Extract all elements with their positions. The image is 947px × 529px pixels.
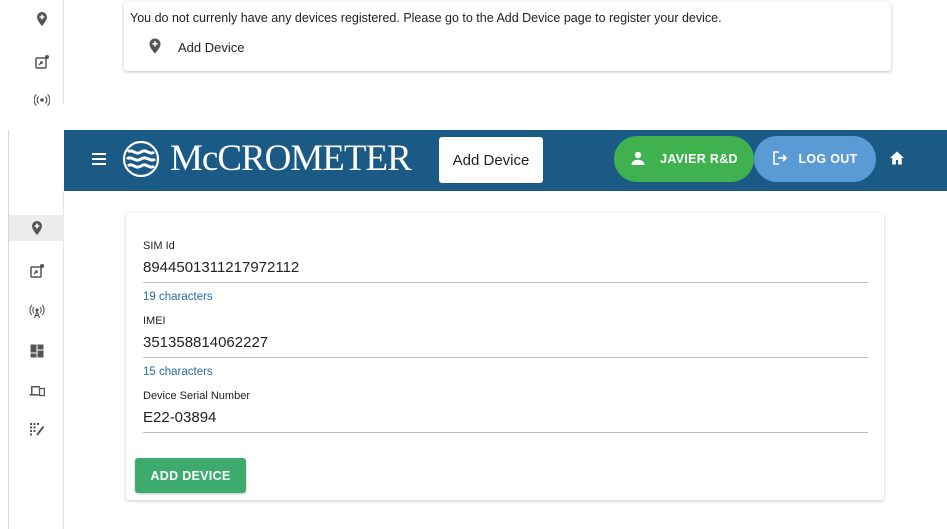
page-title: Add Device [439, 137, 543, 183]
add-location-icon[interactable] [29, 220, 45, 236]
sidebar [9, 191, 64, 529]
serial-number-field: Device Serial Number E22-03894 [143, 390, 868, 433]
page: You do not currenly have any devices reg… [0, 0, 947, 529]
sim-id-input[interactable]: 8944501311217972112 [143, 259, 868, 283]
wave-logo-icon [122, 141, 160, 177]
top-sidebar [8, 0, 64, 107]
logout-icon [772, 150, 788, 169]
home-icon[interactable] [889, 150, 907, 168]
menu-icon[interactable] [92, 153, 106, 165]
imei-field: IMEI 351358814062227 15 characters [143, 315, 868, 378]
imei-hint: 15 characters [143, 366, 213, 378]
logout-label: LOG OUT [798, 152, 858, 166]
serial-number-label: Device Serial Number [143, 390, 250, 402]
devices-icon[interactable] [29, 383, 45, 399]
person-icon [630, 150, 646, 169]
logout-button[interactable]: LOG OUT [754, 136, 876, 182]
imei-label: IMEI [143, 315, 166, 327]
no-devices-message: You do not currenly have any devices reg… [130, 11, 722, 25]
user-name: JAVIER R&D [660, 152, 738, 166]
no-devices-card: You do not currenly have any devices reg… [124, 2, 891, 71]
signal-tower-icon[interactable] [29, 303, 45, 319]
serial-number-input[interactable]: E22-03894 [143, 409, 868, 433]
add-device-link-label: Add Device [178, 40, 245, 55]
sim-id-hint: 19 characters [143, 291, 213, 303]
brand-name: McCROMETER [170, 138, 412, 179]
add-device-form: SIM Id 8944501311217972112 19 characters… [126, 213, 884, 500]
dashboard-icon[interactable] [29, 343, 45, 359]
add-location-icon[interactable] [34, 11, 50, 27]
tools-icon[interactable] [29, 421, 45, 437]
app-bar: McCROMETER Add Device JAVIER R&D LOG OUT [64, 130, 947, 191]
user-button[interactable]: JAVIER R&D [614, 136, 754, 182]
map-pin-icon[interactable] [29, 263, 45, 279]
add-location-icon [148, 38, 162, 57]
add-device-button[interactable]: ADD DEVICE [135, 458, 246, 493]
sim-id-field: SIM Id 8944501311217972112 19 characters [143, 240, 868, 303]
map-pin-icon[interactable] [34, 54, 50, 70]
add-device-link[interactable]: Add Device [148, 38, 244, 57]
signal-tower-icon[interactable] [34, 92, 50, 108]
sim-id-label: SIM Id [143, 240, 175, 252]
imei-input[interactable]: 351358814062227 [143, 334, 868, 358]
brand-logo[interactable]: McCROMETER [122, 138, 412, 179]
